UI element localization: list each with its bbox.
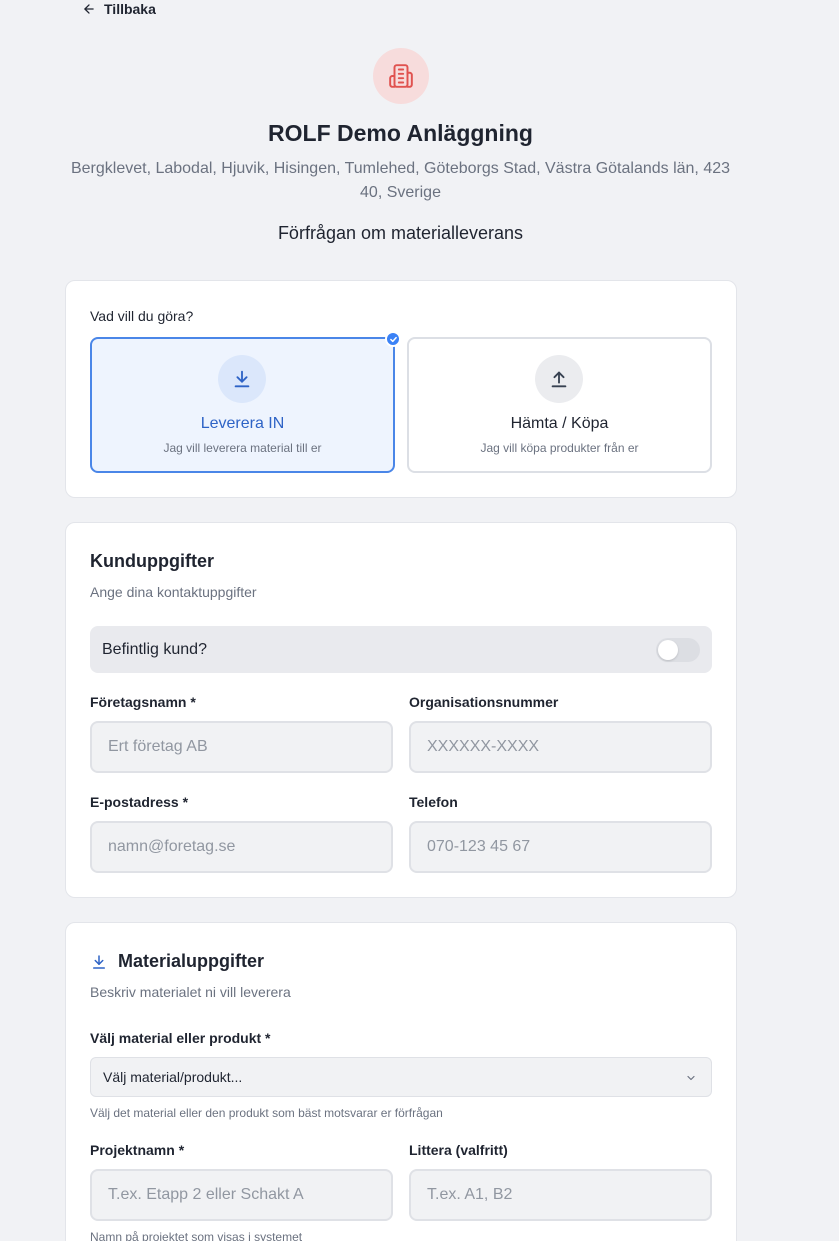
email-label: E-postadress *: [90, 794, 189, 810]
project-name-label: Projektnamn *: [90, 1142, 185, 1158]
phone-input[interactable]: [409, 821, 712, 873]
selected-check-icon: [385, 331, 401, 347]
existing-customer-label: Befintlig kund?: [102, 641, 207, 658]
material-select-value: Välj material/produkt...: [103, 1069, 243, 1085]
existing-customer-toggle[interactable]: [656, 638, 700, 662]
option-description: Jag vill köpa produkter från er: [480, 441, 639, 455]
facility-logo: [373, 48, 429, 104]
material-section-description: Beskriv materialet ni vill leverera: [90, 984, 291, 1000]
existing-customer-row: Befintlig kund?: [90, 626, 712, 673]
phone-label: Telefon: [409, 794, 458, 810]
upload-icon: [551, 371, 567, 388]
littera-label: Littera (valfritt): [409, 1142, 508, 1158]
material-section-header: Materialuppgifter: [90, 951, 264, 972]
customer-section-description: Ange dina kontaktuppgifter: [90, 584, 257, 600]
building-icon: [389, 64, 413, 88]
back-link[interactable]: Tillbaka: [82, 1, 156, 17]
back-label: Tillbaka: [104, 1, 156, 17]
littera-input[interactable]: [409, 1169, 712, 1221]
chevron-down-icon: [687, 1075, 695, 1081]
facility-address: Bergklevet, Labodal, Hjuvik, Hisingen, T…: [70, 160, 731, 201]
option-title: Leverera IN: [200, 415, 285, 432]
project-name-hint: Namn på projektet som visas i systemet: [90, 1230, 303, 1241]
option-icon-wrap: [218, 355, 266, 403]
project-name-input[interactable]: [90, 1169, 393, 1221]
company-label: Företagsnamn *: [90, 694, 196, 710]
download-icon: [93, 954, 105, 969]
option-pickup-buy[interactable]: Hämta / Köpa Jag vill köpa produkter frå…: [407, 337, 712, 473]
material-select[interactable]: Välj material/produkt...: [90, 1057, 712, 1097]
material-section-title: Materialuppgifter: [118, 951, 265, 971]
action-question: Vad vill du göra?: [90, 308, 194, 324]
option-icon-wrap: [535, 355, 583, 403]
email-input[interactable]: [90, 821, 393, 873]
download-icon: [234, 370, 250, 388]
toggle-knob: [658, 640, 678, 660]
page-title: ROLF Demo Anläggning: [268, 120, 533, 146]
material-card: Materialuppgifter Beskriv materialet ni …: [65, 922, 737, 1241]
material-select-label: Välj material eller produkt *: [90, 1030, 271, 1046]
material-select-hint: Välj det material eller den produkt som …: [90, 1106, 443, 1120]
org-number-label: Organisationsnummer: [409, 694, 559, 710]
action-card: Vad vill du göra? Leverera IN Jag vill l…: [65, 280, 737, 498]
page-subtitle: Förfrågan om materialleverans: [277, 223, 524, 243]
arrow-left-icon: [84, 4, 94, 14]
customer-section-title: Kunduppgifter: [90, 551, 214, 571]
option-description: Jag vill leverera material till er: [163, 441, 322, 455]
org-number-input[interactable]: [409, 721, 712, 773]
company-input[interactable]: [90, 721, 393, 773]
option-title: Hämta / Köpa: [510, 415, 609, 432]
option-deliver-in[interactable]: Leverera IN Jag vill leverera material t…: [90, 331, 401, 473]
customer-card: Kunduppgifter Ange dina kontaktuppgifter…: [65, 522, 737, 898]
